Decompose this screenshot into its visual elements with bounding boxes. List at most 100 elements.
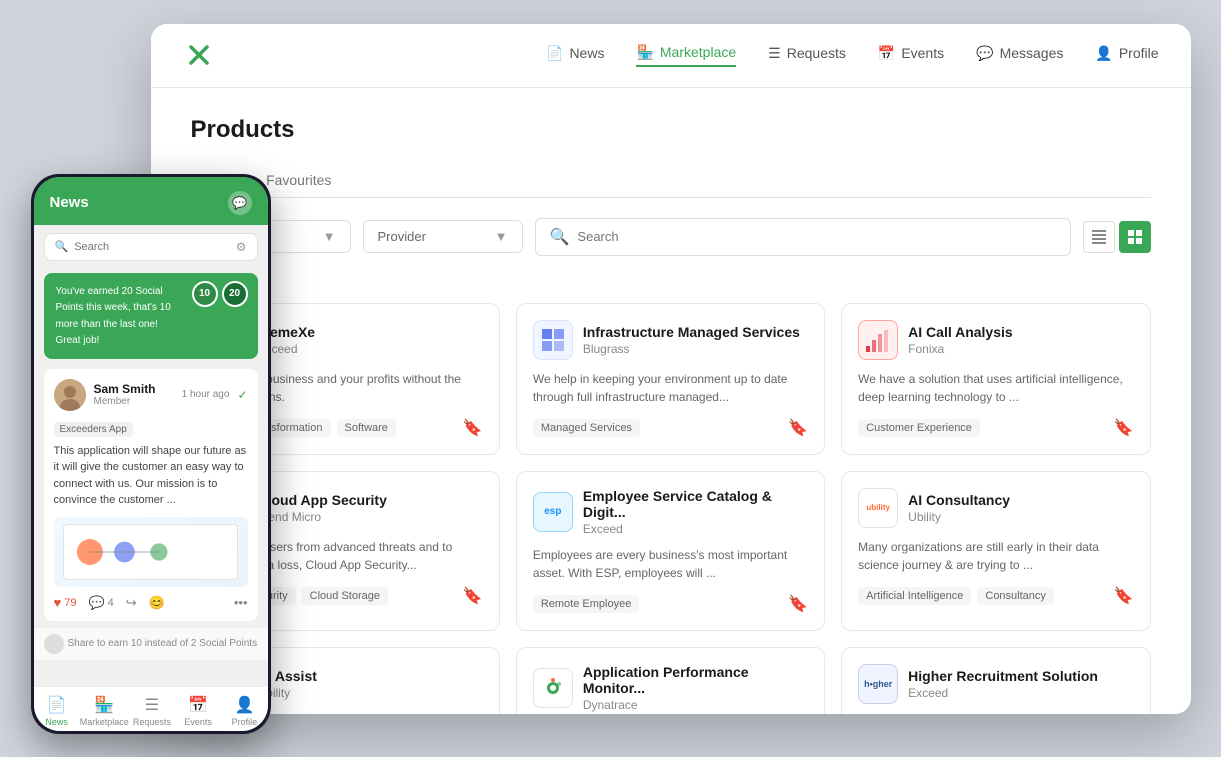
- products-grid: stemeXe Exceed Grow your business and yo…: [191, 303, 1151, 714]
- product-name: AI Consultancy: [908, 492, 1133, 508]
- mobile-avatar: [54, 379, 86, 411]
- mobile-header: News 💬: [34, 177, 268, 225]
- mobile-action-more[interactable]: •••: [234, 595, 248, 610]
- post-image-inner: [63, 524, 238, 580]
- mobile-action-react[interactable]: 😊: [149, 595, 165, 611]
- product-tags: Managed Services: [533, 419, 640, 437]
- profile-icon: 👤: [1095, 45, 1112, 62]
- mobile-earn-bar: Share to earn 10 instead of 2 Social Poi…: [34, 627, 268, 660]
- earn-person-icon: [44, 634, 64, 654]
- product-provider: Dynatrace: [583, 698, 808, 712]
- mobile-chat-icon[interactable]: 💬: [228, 191, 252, 215]
- product-header: h•gher Higher Recruitment Solution Excee…: [858, 664, 1133, 704]
- product-card-higher[interactable]: h•gher Higher Recruitment Solution Excee…: [841, 647, 1150, 714]
- bookmark-icon[interactable]: 🔖: [788, 418, 808, 438]
- tag: Consultancy: [977, 587, 1054, 605]
- notification-text: You've earned 20 Social Points this week…: [56, 286, 171, 347]
- filters-row: Categories ▼ Provider ▼ 🔍: [191, 218, 1151, 256]
- product-footer: Customer Experience 🔖: [858, 418, 1133, 438]
- product-card-ai-call[interactable]: AI Call Analysis Fonixa We have a soluti…: [841, 303, 1150, 455]
- mobile-verified-icon: ✓: [237, 388, 247, 402]
- product-card-app-perf[interactable]: Application Performance Monitor... Dynat…: [516, 647, 825, 714]
- product-header: AI Call Analysis Fonixa: [858, 320, 1133, 360]
- product-logo-employee: esp: [533, 492, 573, 532]
- mobile-action-comment[interactable]: 💬 4: [88, 595, 113, 611]
- product-provider: Exceed: [258, 342, 483, 356]
- product-footer: Artificial Intelligence Consultancy 🔖: [858, 586, 1133, 606]
- mobile-filter-icon[interactable]: ⚙: [236, 240, 247, 254]
- bookmark-icon[interactable]: 🔖: [463, 586, 483, 606]
- mobile-post-actions: ♥ 79 💬 4 ↪ 😊 •••: [54, 595, 248, 611]
- product-desc: Many organizations are still early in th…: [858, 538, 1133, 574]
- product-provider: Blugrass: [583, 342, 808, 356]
- categories-arrow-icon: ▼: [323, 229, 336, 244]
- product-header: Application Performance Monitor... Dynat…: [533, 664, 808, 712]
- mobile-post-user-info: Sam Smith Member: [94, 382, 156, 407]
- product-desc: Employees are every business's most impo…: [533, 546, 808, 582]
- nav-item-requests[interactable]: ☰ Requests: [768, 45, 846, 66]
- product-info: stemeXe Exceed: [258, 324, 483, 356]
- product-info: Application Performance Monitor... Dynat…: [583, 664, 808, 712]
- product-provider: Ubility: [258, 686, 483, 700]
- mobile-nav-profile-icon: 👤: [234, 695, 254, 715]
- share-icon: ↪: [126, 595, 137, 611]
- mobile-nav-events-icon: 📅: [188, 695, 208, 715]
- product-logo-app-perf: [533, 668, 573, 708]
- bookmark-icon[interactable]: 🔖: [788, 594, 808, 614]
- bookmark-icon[interactable]: 🔖: [463, 418, 483, 438]
- product-tags: Artificial Intelligence Consultancy: [858, 587, 1054, 605]
- product-info: AI Consultancy Ubility: [908, 492, 1133, 524]
- mobile-nav-profile[interactable]: 👤 Profile: [221, 695, 267, 727]
- mobile-post-time: 1 hour ago: [182, 389, 230, 400]
- product-card-employee[interactable]: esp Employee Service Catalog & Digit... …: [516, 471, 825, 631]
- search-input[interactable]: [577, 229, 1055, 244]
- mobile-nav-events[interactable]: 📅 Events: [175, 695, 221, 727]
- nav-item-events[interactable]: 📅 Events: [878, 45, 944, 66]
- page-title: Products: [191, 116, 1151, 144]
- product-name: Cloud App Security: [258, 492, 483, 508]
- product-provider: Trend Micro: [258, 510, 483, 524]
- mobile-nav-marketplace[interactable]: 🏪 Marketplace: [80, 695, 129, 727]
- nav-item-marketplace[interactable]: 🏪 Marketplace: [636, 44, 736, 67]
- bookmark-icon[interactable]: 🔖: [1114, 418, 1134, 438]
- mobile-post-header: Sam Smith Member 1 hour ago ✓: [54, 379, 248, 411]
- mobile-header-title: News: [50, 194, 89, 211]
- product-header: Infrastructure Managed Services Blugrass: [533, 320, 808, 360]
- mobile-action-like[interactable]: ♥ 79: [54, 595, 77, 610]
- product-card-infrastructure[interactable]: Infrastructure Managed Services Blugrass…: [516, 303, 825, 455]
- events-icon: 📅: [878, 45, 895, 62]
- logo[interactable]: [183, 39, 215, 71]
- mobile-search-input[interactable]: [74, 241, 230, 253]
- search-box: 🔍: [535, 218, 1071, 256]
- list-view-icon[interactable]: [1083, 221, 1115, 253]
- bookmark-icon[interactable]: 🔖: [1114, 586, 1134, 606]
- provider-dropdown[interactable]: Provider ▼: [363, 220, 523, 253]
- search-icon: 🔍: [550, 227, 570, 247]
- tag: Customer Experience: [858, 419, 980, 437]
- nav-item-news[interactable]: 📄 News: [546, 45, 604, 66]
- nav-item-messages[interactable]: 💬 Messages: [976, 45, 1063, 66]
- product-logo-infrastructure: [533, 320, 573, 360]
- product-footer: Remote Employee 🔖: [533, 594, 808, 614]
- comment-icon: 💬: [88, 595, 104, 611]
- mobile-nav-news[interactable]: 📄 News: [34, 695, 80, 727]
- mobile-nav-marketplace-icon: 🏪: [94, 695, 114, 715]
- mobile-bottom-nav: 📄 News 🏪 Marketplace ☰ Requests 📅 Events…: [34, 686, 268, 731]
- tag: Cloud Storage: [302, 587, 388, 605]
- product-card-ai-consultancy[interactable]: ubility AI Consultancy Ubility Many orga…: [841, 471, 1150, 631]
- messages-icon: 💬: [976, 45, 993, 62]
- mobile-action-share[interactable]: ↪: [126, 595, 137, 611]
- heart-icon: ♥: [54, 595, 62, 610]
- product-provider: Ubility: [908, 510, 1133, 524]
- product-info: Higher Recruitment Solution Exceed: [908, 668, 1133, 700]
- product-header: esp Employee Service Catalog & Digit... …: [533, 488, 808, 536]
- product-desc: We help in keeping your environment up t…: [533, 370, 808, 406]
- product-logo-ai-call: [858, 320, 898, 360]
- mobile-nav-news-icon: 📄: [47, 695, 67, 715]
- mobile-post-text: This application will shape our future a…: [54, 443, 248, 509]
- nav-item-profile[interactable]: 👤 Profile: [1095, 45, 1158, 66]
- desktop-frame: 📄 News 🏪 Marketplace ☰ Requests 📅 Events…: [151, 24, 1191, 714]
- grid-view-icon[interactable]: [1119, 221, 1151, 253]
- mobile-nav-requests[interactable]: ☰ Requests: [129, 695, 175, 727]
- product-name: stemeXe: [258, 324, 483, 340]
